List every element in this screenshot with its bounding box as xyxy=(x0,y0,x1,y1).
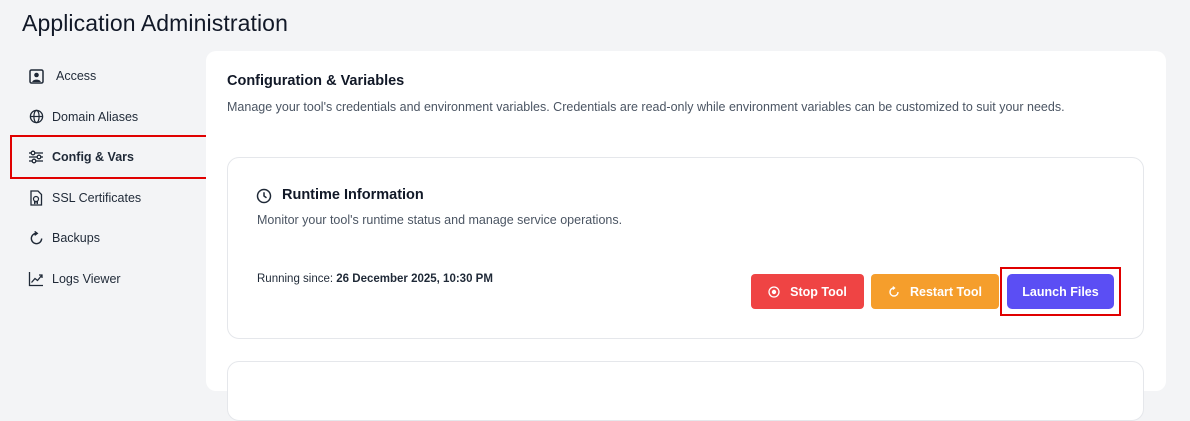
runtime-title: Runtime Information xyxy=(282,187,424,203)
section-title: Configuration & Variables xyxy=(227,73,405,89)
sidebar-item-label: Access xyxy=(56,69,97,83)
stop-tool-button[interactable]: Stop Tool xyxy=(751,274,864,309)
sidebar-item-domain-aliases[interactable]: Domain Aliases xyxy=(12,97,206,137)
running-since-value: 26 December 2025, 10:30 PM xyxy=(336,273,493,285)
launch-files-label: Launch Files xyxy=(1022,284,1099,299)
running-since: Running since: 26 December 2025, 10:30 P… xyxy=(257,273,493,285)
trend-chart-icon xyxy=(28,271,44,287)
running-since-label: Running since: xyxy=(257,273,337,285)
page-title: Application Administration xyxy=(22,10,288,36)
stop-circle-icon xyxy=(768,285,780,298)
launch-files-button[interactable]: Launch Files xyxy=(1007,274,1114,309)
next-section-card xyxy=(227,361,1144,421)
section-description: Manage your tool's credentials and envir… xyxy=(227,100,1065,114)
sidebar: Access Domain Aliases Config & Vars SSL … xyxy=(10,56,208,300)
clock-icon xyxy=(256,188,272,204)
config-vars-panel: Configuration & Variables Manage your to… xyxy=(206,51,1166,421)
sidebar-item-access[interactable]: Access xyxy=(12,56,206,96)
sidebar-item-logs-viewer[interactable]: Logs Viewer xyxy=(12,259,206,299)
certificate-file-icon xyxy=(28,190,44,206)
sidebar-item-ssl-certificates[interactable]: SSL Certificates xyxy=(12,178,206,218)
stop-tool-label: Stop Tool xyxy=(790,284,847,299)
refresh-icon xyxy=(28,230,44,246)
restart-tool-button[interactable]: Restart Tool xyxy=(871,274,999,309)
restart-tool-label: Restart Tool xyxy=(910,284,982,299)
restart-icon xyxy=(888,285,900,298)
globe-icon xyxy=(28,109,44,125)
runtime-description: Monitor your tool's runtime status and m… xyxy=(257,213,623,227)
sidebar-item-config-vars[interactable]: Config & Vars xyxy=(10,135,208,180)
runtime-info-card: Runtime Information Monitor your tool's … xyxy=(227,157,1144,339)
sidebar-item-label: Backups xyxy=(52,231,100,246)
user-square-icon xyxy=(28,68,44,84)
sidebar-item-label: SSL Certificates xyxy=(52,190,142,205)
sliders-icon xyxy=(28,149,44,165)
sidebar-item-label: Logs Viewer xyxy=(52,271,121,286)
sidebar-item-backups[interactable]: Backups xyxy=(12,218,206,258)
sidebar-item-label: Config & Vars xyxy=(52,150,134,165)
sidebar-item-label: Domain Aliases xyxy=(52,109,139,124)
